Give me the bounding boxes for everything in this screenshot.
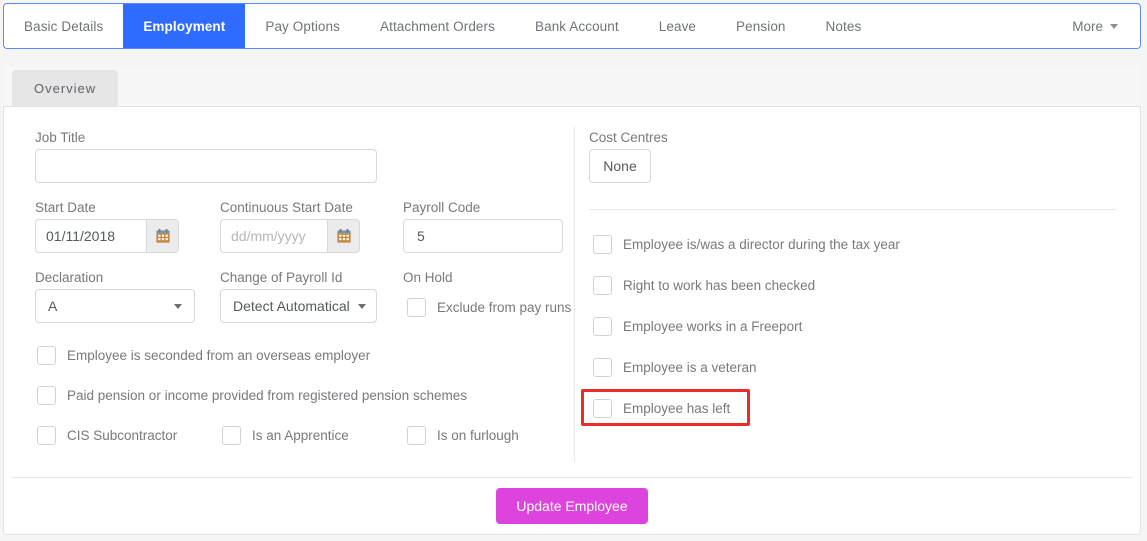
continuous-start-date-group: [220, 219, 360, 253]
change-of-payroll-id-select[interactable]: Detect Automatical: [220, 289, 377, 323]
checkbox-box[interactable]: [593, 399, 612, 418]
chevron-down-icon: [357, 303, 366, 309]
job-title-label: Job Title: [35, 130, 86, 145]
checkbox-seconded-overseas[interactable]: Employee is seconded from an overseas em…: [37, 346, 370, 365]
checkbox-label: Employee has left: [623, 401, 731, 416]
checkbox-box[interactable]: [407, 298, 426, 317]
checkbox-director-during-tax-year[interactable]: Employee is/was a director during the ta…: [593, 235, 900, 254]
checkbox-label: Employee is a veteran: [623, 360, 757, 375]
checkbox-box[interactable]: [37, 346, 56, 365]
calendar-icon-button[interactable]: [146, 219, 179, 253]
checkbox-employee-is-veteran[interactable]: Employee is a veteran: [593, 358, 757, 377]
cost-centres-value: None: [603, 158, 637, 174]
continuous-start-date-label: Continuous Start Date: [220, 200, 353, 215]
more-label: More: [1072, 18, 1103, 34]
tab-attachment-orders[interactable]: Attachment Orders: [360, 4, 515, 48]
checkbox-label: Employee is seconded from an overseas em…: [67, 348, 371, 363]
checkbox-box[interactable]: [222, 426, 241, 445]
checkbox-box[interactable]: [593, 317, 612, 336]
calendar-icon-button-continuous[interactable]: [327, 219, 360, 253]
calendar-icon: [155, 229, 170, 243]
payroll-code-label: Payroll Code: [403, 200, 481, 215]
declaration-label: Declaration: [35, 270, 104, 285]
job-title-input[interactable]: [35, 149, 377, 183]
sub-tab-strip: Overview: [3, 66, 1141, 107]
checkbox-box[interactable]: [593, 235, 612, 254]
checkbox-box[interactable]: [37, 426, 56, 445]
employment-form-card: Job Title Start Date Conti: [3, 107, 1141, 535]
tab-leave[interactable]: Leave: [639, 4, 716, 48]
update-employee-button[interactable]: Update Employee: [496, 488, 648, 524]
checkbox-box[interactable]: [37, 386, 56, 405]
start-date-input[interactable]: [35, 219, 146, 253]
checkbox-paid-pension-income[interactable]: Paid pension or income provided from reg…: [37, 386, 467, 405]
checkbox-label: Is on furlough: [437, 428, 519, 443]
checkbox-works-in-freeport[interactable]: Employee works in a Freeport: [593, 317, 802, 336]
more-tabs-dropdown[interactable]: More: [1056, 4, 1140, 48]
on-hold-label: On Hold: [403, 270, 453, 285]
change-of-payroll-id-label: Change of Payroll Id: [220, 270, 343, 285]
tab-notes[interactable]: Notes: [806, 4, 882, 48]
form-area: Job Title Start Date Conti: [4, 107, 1140, 478]
change-of-payroll-id-value: Detect Automatical: [233, 298, 350, 314]
tab-employment[interactable]: Employment: [123, 4, 246, 48]
tab-bank-account[interactable]: Bank Account: [515, 4, 639, 48]
checkbox-is-on-furlough[interactable]: Is on furlough: [407, 426, 519, 445]
column-divider: [574, 127, 575, 462]
continuous-start-date-input[interactable]: [220, 219, 327, 253]
tab-pay-options[interactable]: Pay Options: [245, 4, 360, 48]
checkbox-label: Paid pension or income provided from reg…: [67, 388, 467, 403]
subtab-overview[interactable]: Overview: [12, 70, 119, 106]
calendar-icon: [336, 229, 351, 243]
start-date-group: [35, 219, 179, 253]
checkbox-label: Employee works in a Freeport: [623, 319, 803, 334]
chevron-down-icon: [1110, 23, 1118, 29]
right-column-divider: [589, 209, 1116, 210]
checkbox-cis-subcontractor[interactable]: CIS Subcontractor: [37, 426, 177, 445]
declaration-value: A: [48, 298, 58, 314]
main-tab-bar: Basic Details Employment Pay Options Att…: [3, 3, 1141, 49]
checkbox-label: Exclude from pay runs: [437, 300, 572, 315]
checkbox-exclude-from-pay-runs[interactable]: Exclude from pay runs: [407, 298, 571, 317]
tab-bar-spacer: [881, 4, 1056, 48]
checkbox-is-an-apprentice[interactable]: Is an Apprentice: [222, 426, 349, 445]
checkbox-box[interactable]: [593, 358, 612, 377]
checkbox-label: CIS Subcontractor: [67, 428, 178, 443]
checkbox-box[interactable]: [407, 426, 426, 445]
tab-basic-details[interactable]: Basic Details: [4, 4, 123, 48]
checkbox-right-to-work-checked[interactable]: Right to work has been checked: [593, 276, 815, 295]
checkbox-box[interactable]: [593, 276, 612, 295]
chevron-down-icon: [174, 303, 182, 309]
checkbox-label: Is an Apprentice: [252, 428, 349, 443]
checkbox-employee-has-left[interactable]: Employee has left: [593, 399, 730, 418]
cost-centres-label: Cost Centres: [589, 130, 668, 145]
tab-pension[interactable]: Pension: [716, 4, 806, 48]
checkbox-label: Employee is/was a director during the ta…: [623, 237, 900, 252]
cost-centres-button[interactable]: None: [589, 149, 651, 183]
start-date-label: Start Date: [35, 200, 96, 215]
declaration-select[interactable]: A: [35, 289, 195, 323]
checkbox-label: Right to work has been checked: [623, 278, 816, 293]
payroll-code-input[interactable]: [403, 219, 563, 253]
form-footer: Update Employee: [4, 478, 1140, 534]
